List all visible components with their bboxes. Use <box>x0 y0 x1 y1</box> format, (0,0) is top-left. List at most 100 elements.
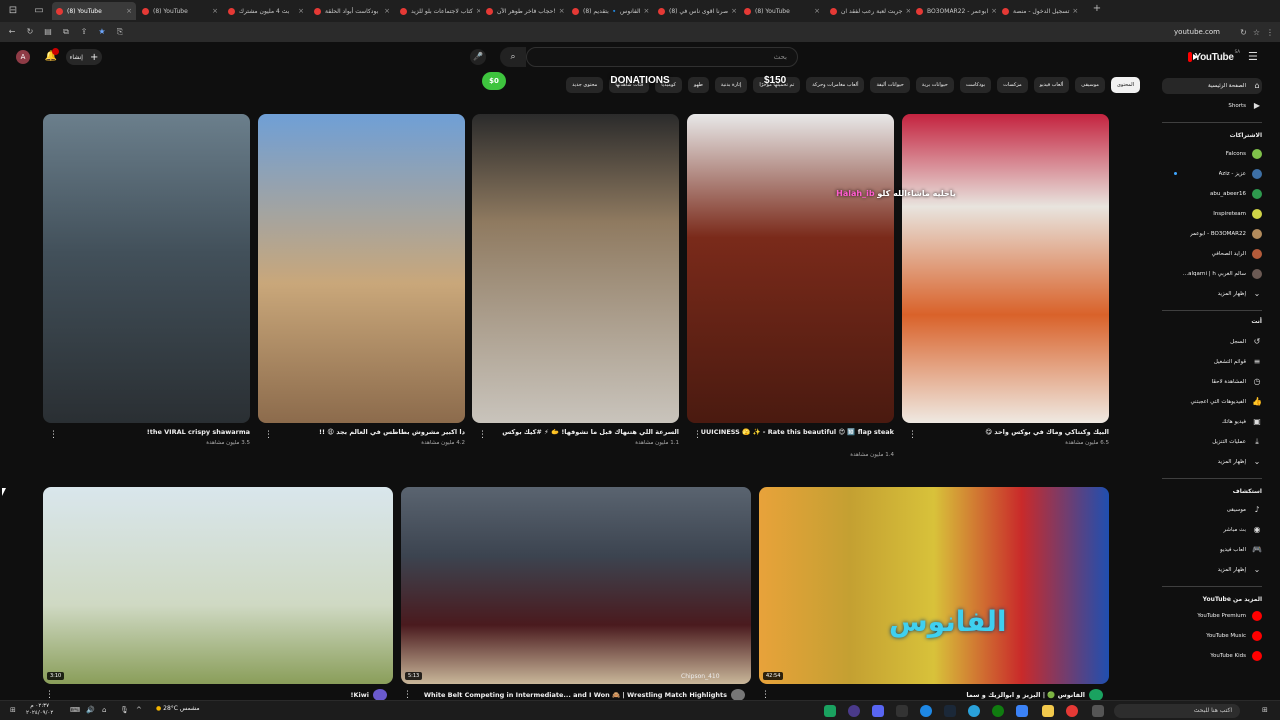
app-icon-store[interactable] <box>1016 705 1028 717</box>
sidebar-item[interactable]: ♪ موسيقى <box>1162 502 1262 518</box>
app-icon-edge[interactable] <box>920 705 932 717</box>
new-tab-icon[interactable]: + <box>1090 2 1104 16</box>
app-icon-discord[interactable] <box>872 705 884 717</box>
mic-tray-icon[interactable]: 🎙 <box>120 706 129 714</box>
browser-tab[interactable]: كتاب لاجتماعات بلو للزيد × <box>396 2 480 20</box>
taskbar-search-input[interactable]: اكتب هنا للبحث <box>1114 704 1240 718</box>
close-tab-icon[interactable]: × <box>728 7 737 15</box>
window-menu-icon[interactable]: ⊟ <box>6 4 20 18</box>
more-options-icon[interactable]: ⋮ <box>264 430 273 440</box>
tray-chevron-icon[interactable]: ^ <box>136 706 142 714</box>
app-icon-taskview[interactable] <box>1092 705 1104 717</box>
chip-3[interactable]: مزكسات <box>997 77 1028 93</box>
sidebar-item[interactable]: abu_abeer16 <box>1162 186 1262 202</box>
browser-tab[interactable]: بودكاست أبواد الحلقة × <box>310 2 394 20</box>
sidebar-item[interactable]: ↺ السجل <box>1162 334 1262 350</box>
browser-tab[interactable]: (8) صرنا اقوى ناس في × <box>654 2 738 20</box>
sidebar-item[interactable]: ⌄ إظهار المزيد <box>1162 562 1262 578</box>
more-options-icon[interactable]: ⋮ <box>693 430 702 440</box>
short-thumbnail[interactable] <box>472 114 679 423</box>
windows-start-icon[interactable]: ⊞ <box>1262 706 1268 714</box>
chip-7[interactable]: ألعاب مغامرات وحركة <box>806 77 865 93</box>
avatar[interactable]: A <box>16 50 30 64</box>
weather-widget[interactable]: ● 28°C مشمس <box>156 705 200 712</box>
browser-tab[interactable]: حجاب فاخر طوهر الآن! × <box>482 2 566 20</box>
close-tab-icon[interactable]: × <box>295 7 304 15</box>
close-tab-icon[interactable]: × <box>123 7 132 15</box>
browser-tab[interactable]: (8) YouTube × <box>138 2 222 20</box>
short-thumbnail[interactable] <box>258 114 465 423</box>
volume-icon[interactable]: 🔊 <box>86 706 95 714</box>
sidebar-item[interactable]: BO3OMAR22 - ابوعمر <box>1162 226 1262 242</box>
start-icon[interactable]: ⊞ <box>10 706 16 714</box>
taskbar-clock[interactable]: ٠٢:٣٧ م ٢٠٢٤/٠٩/٠٢ <box>26 703 53 717</box>
browser-tab[interactable]: بث 4 مليون مشترك × <box>224 2 308 20</box>
sidebar-item[interactable]: 🎮 ألعاب فيديو <box>1162 542 1262 558</box>
sidebar-item[interactable]: YouTube Music <box>1162 628 1262 644</box>
short-title[interactable]: دا اكبير مشروش بطاطس في العالم بجد 😩 !! <box>272 428 465 436</box>
sidebar-item[interactable]: Inspireteam <box>1162 206 1262 222</box>
youtube-logo[interactable]: YouTube SA <box>1188 49 1240 65</box>
short-thumbnail[interactable] <box>902 114 1109 423</box>
close-tab-icon[interactable]: × <box>556 7 565 15</box>
short-title[interactable]: the VIRAL crispy shawarma! <box>57 428 250 436</box>
sidebar-item[interactable]: ▣ فيديو هاتك <box>1162 414 1262 430</box>
sidebar-item[interactable]: Falcons <box>1162 146 1262 162</box>
hamburger-menu-icon[interactable]: ☰ <box>1248 50 1258 63</box>
search-input[interactable]: بحث <box>526 47 798 67</box>
more-options-icon[interactable]: ⋮ <box>403 690 412 700</box>
sidebar-item[interactable]: عزيز - Aziz <box>1162 166 1262 182</box>
chip-2[interactable]: ألعاب فيديو <box>1033 77 1070 93</box>
chip-10[interactable]: طهو <box>687 77 709 93</box>
sidebar-item[interactable]: ⌂ الصفحة الرئيسية <box>1162 78 1262 94</box>
more-options-icon[interactable]: ⋮ <box>478 430 487 440</box>
short-thumbnail[interactable] <box>687 114 894 423</box>
mic-icon[interactable]: 🎤 <box>470 49 486 65</box>
url-text[interactable]: youtube.com <box>1174 28 1220 36</box>
close-tab-icon[interactable]: × <box>988 7 996 15</box>
app-icon-telegram[interactable] <box>968 705 980 717</box>
chip-4[interactable]: بودكاست <box>959 77 992 93</box>
close-tab-icon[interactable]: × <box>640 7 649 15</box>
sidebar-item[interactable]: سالم الغربي alqarni | h... <box>1162 266 1262 282</box>
more-icon[interactable]: ⋮ <box>1266 28 1274 37</box>
short-title[interactable]: السرعة اللي هتنهاك قبل ما تشوفها! 🫱 ⚡ #ك… <box>486 428 679 436</box>
keyboard-icon[interactable]: ⌨ <box>70 706 80 714</box>
browser-tab[interactable]: (8) الفانوس 🔹 بتقديم × <box>568 2 652 20</box>
short-thumbnail[interactable] <box>43 114 250 423</box>
app-icon-chrome[interactable] <box>1066 705 1078 717</box>
video-thumbnail[interactable] <box>43 487 393 684</box>
close-tab-icon[interactable]: × <box>209 7 218 15</box>
short-title[interactable]: البيك وكنتاكي وماك في بوكس واحد 😋 <box>916 428 1109 436</box>
reader-icon[interactable]: ▤ <box>42 26 54 38</box>
browser-tab[interactable]: جربت لعبة رعب لفقد ان × <box>826 2 910 20</box>
chip-13[interactable]: محتوى جديد <box>566 77 604 93</box>
bookmark-icon[interactable]: ☆ <box>1253 28 1260 37</box>
sidebar-item[interactable]: ▶ Shorts <box>1162 98 1262 114</box>
video-title[interactable]: Kiwi! <box>57 691 369 699</box>
more-options-icon[interactable]: ⋮ <box>908 430 917 440</box>
star-icon[interactable]: ★ <box>96 26 108 38</box>
video-title[interactable]: الفانوس 🟢 | البزيز و ابوالزيك و سما <box>773 691 1085 699</box>
video-thumbnail[interactable] <box>759 487 1109 684</box>
close-tab-icon[interactable]: × <box>1069 7 1078 15</box>
app-icon-green[interactable] <box>824 705 836 717</box>
sidebar-item[interactable]: ⤓ عمليات التنزيل <box>1162 434 1262 450</box>
chip-9[interactable]: إثارة بدنية <box>714 77 748 93</box>
sidebar-item[interactable]: ◷ المشاهدة لاحقًا <box>1162 374 1262 390</box>
app-icon-terminal[interactable] <box>896 705 908 717</box>
sidebar-item[interactable]: ⌄ إظهار المزيد <box>1162 454 1262 470</box>
app-icon-steam[interactable] <box>944 705 956 717</box>
app-icon-obs[interactable] <box>848 705 860 717</box>
translate-icon[interactable]: ⎘ <box>114 26 126 38</box>
chip-6[interactable]: حيوانات أليفة <box>870 77 910 93</box>
close-tab-icon[interactable]: × <box>902 7 910 15</box>
sidebar-item[interactable]: ◉ بث مباشر <box>1162 522 1262 538</box>
sidebar-item[interactable]: YouTube Kids <box>1162 648 1262 664</box>
reload-icon[interactable]: ↻ <box>1240 28 1247 37</box>
video-thumbnail[interactable] <box>401 487 751 684</box>
chip-0[interactable]: المحتوى <box>1110 77 1140 93</box>
back-icon[interactable]: ← <box>6 26 18 38</box>
more-options-icon[interactable]: ⋮ <box>49 430 58 440</box>
more-options-icon[interactable]: ⋮ <box>761 690 770 700</box>
